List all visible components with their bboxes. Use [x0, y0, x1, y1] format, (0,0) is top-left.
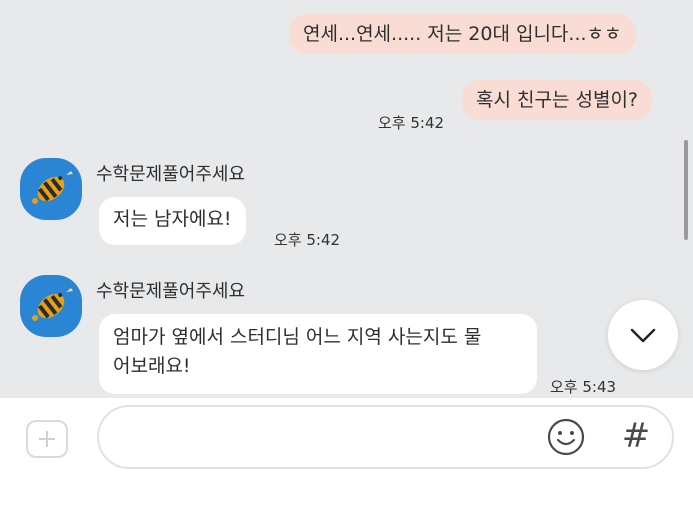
- scroll-down-button[interactable]: [608, 300, 678, 370]
- sender-name: 수학문제풀어주세요: [96, 281, 246, 302]
- chat-area[interactable]: 연세...연세..... 저는 20대 입니다...ㅎㅎ 오후 5:42 혹시 …: [0, 0, 693, 398]
- cartoon-avatar-icon: [32, 171, 73, 204]
- message-time: 오후 5:42: [274, 231, 341, 249]
- chevron-down-icon: [630, 328, 656, 343]
- avatar[interactable]: [20, 158, 82, 220]
- cartoon-avatar-icon: [32, 288, 73, 321]
- emoji-button[interactable]: [546, 417, 586, 457]
- smiley-icon: [547, 418, 585, 456]
- message-text: 저는 남자에요!: [113, 208, 232, 230]
- message-input[interactable]: [97, 405, 674, 469]
- message-line: 어보래요!: [113, 355, 191, 377]
- message-text: 연세...연세..... 저는 20대 입니다...ㅎㅎ: [303, 23, 622, 45]
- hash-button[interactable]: #: [618, 414, 654, 458]
- outgoing-message[interactable]: 연세...연세..... 저는 20대 입니다...ㅎㅎ: [289, 14, 636, 54]
- message-time: 오후 5:42: [378, 114, 445, 132]
- scrollbar[interactable]: [684, 140, 688, 240]
- outgoing-message[interactable]: 혹시 친구는 성별이?: [462, 80, 653, 120]
- hash-icon: #: [621, 416, 651, 456]
- message-time: 오후 5:43: [550, 378, 617, 396]
- incoming-message[interactable]: 저는 남자에요!: [99, 197, 246, 245]
- message-text: 혹시 친구는 성별이?: [476, 89, 639, 111]
- message-line: 엄마가 옆에서 스터디님 어느 지역 사는지도 물: [113, 326, 482, 348]
- sender-name: 수학문제풀어주세요: [96, 164, 246, 185]
- incoming-message[interactable]: 엄마가 옆에서 스터디님 어느 지역 사는지도 물 어보래요!: [99, 314, 537, 394]
- plus-icon: [39, 431, 55, 447]
- avatar[interactable]: [20, 275, 82, 337]
- add-attachment-button[interactable]: [26, 420, 68, 458]
